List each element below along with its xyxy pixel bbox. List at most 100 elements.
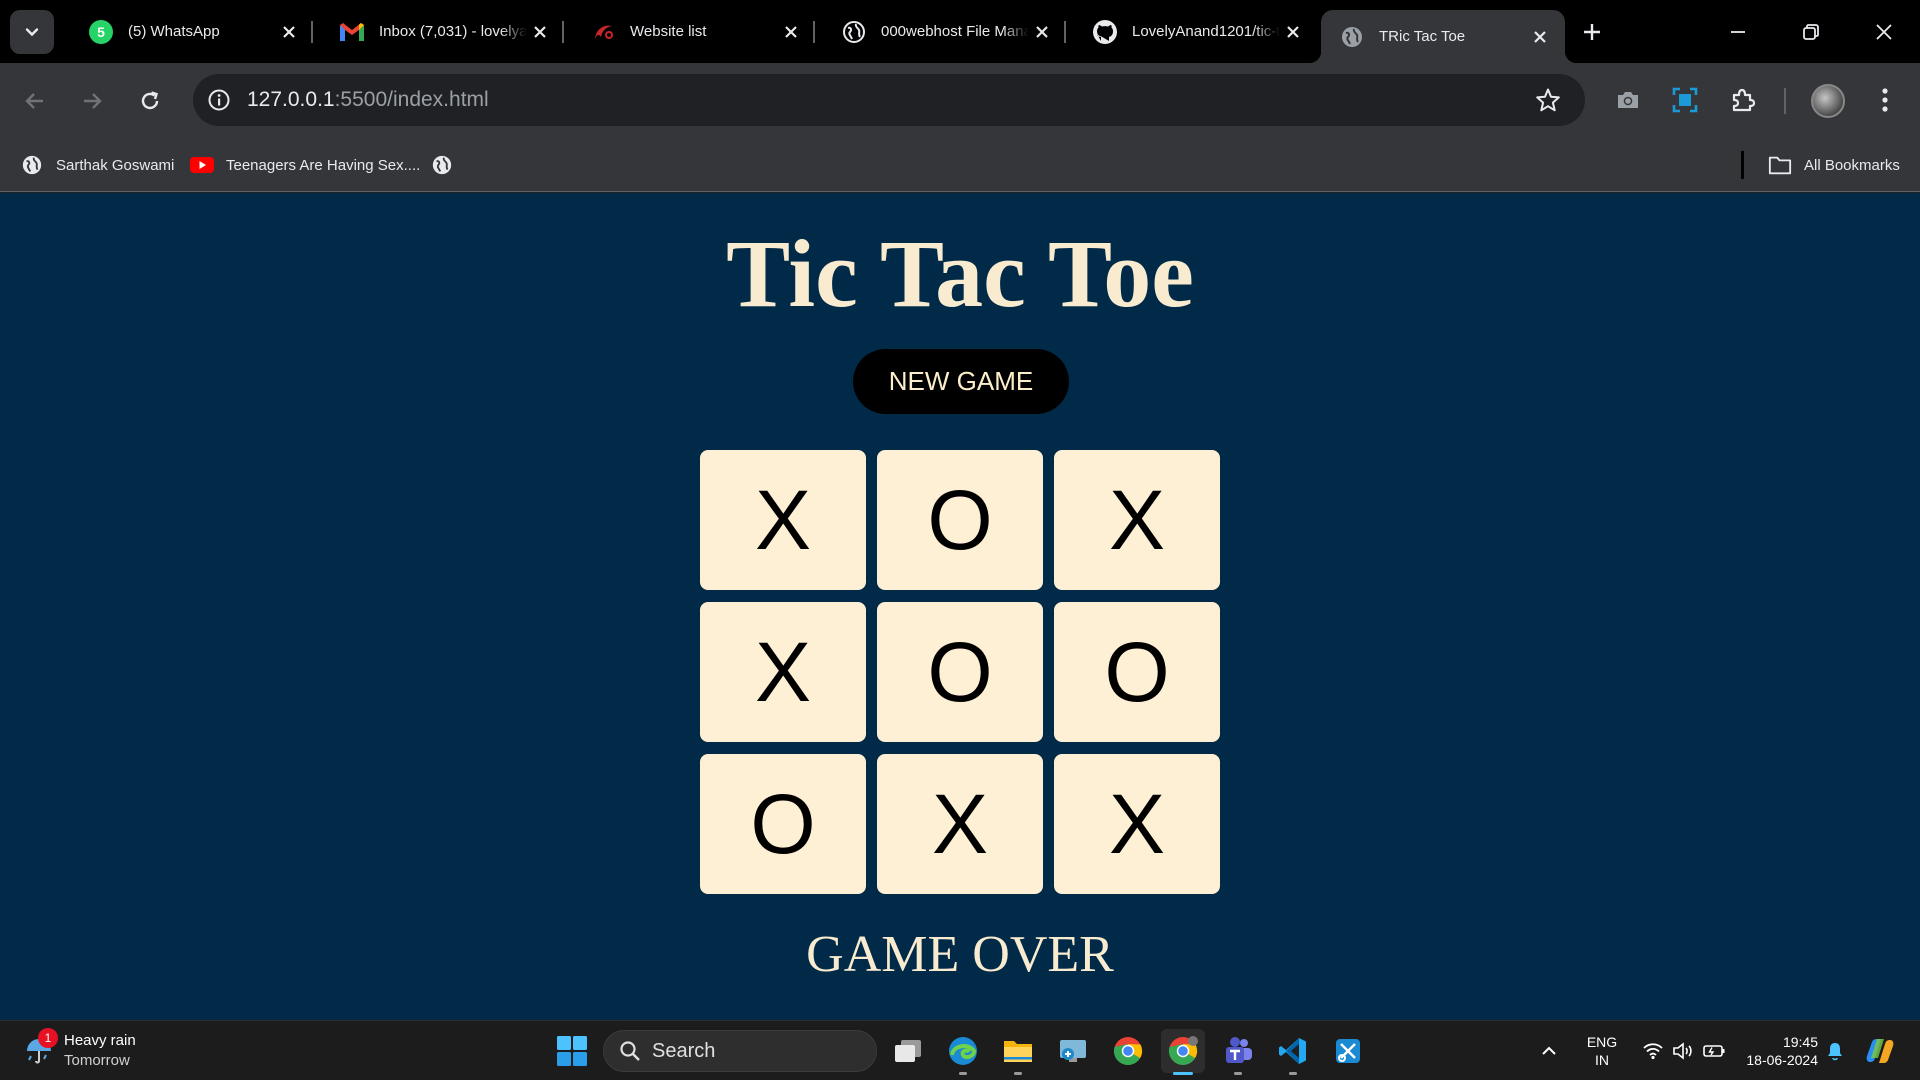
board-cell[interactable]: X bbox=[1054, 450, 1220, 590]
board-cell[interactable]: O bbox=[700, 754, 866, 894]
folder-icon bbox=[1004, 1041, 1032, 1062]
chevron-up-icon bbox=[1542, 1046, 1556, 1055]
window-close-button[interactable] bbox=[1857, 10, 1911, 54]
running-indicator bbox=[1234, 1072, 1242, 1075]
camera-icon bbox=[1618, 92, 1638, 108]
copilot-button[interactable] bbox=[1858, 1029, 1902, 1073]
edge-icon bbox=[949, 1037, 977, 1065]
close-icon[interactable] bbox=[276, 19, 302, 45]
tab-whatsapp[interactable]: 5 (5) WhatsApp bbox=[70, 10, 314, 53]
all-bookmarks-button[interactable]: All Bookmarks bbox=[1768, 149, 1900, 181]
battery-icon bbox=[1703, 1045, 1725, 1057]
globe-icon bbox=[430, 153, 454, 177]
restore-button[interactable] bbox=[1784, 10, 1838, 54]
site-info-icon[interactable] bbox=[201, 82, 237, 118]
restore-icon bbox=[1803, 24, 1819, 40]
tab-website-list[interactable]: Website list bbox=[572, 10, 816, 53]
tab-separator bbox=[813, 21, 815, 43]
github-icon bbox=[1092, 19, 1118, 45]
windows-start-button[interactable] bbox=[555, 1034, 589, 1068]
bookmark-label: Teenagers Are Having Sex.... bbox=[226, 156, 421, 174]
bookmark-untitled[interactable] bbox=[430, 149, 466, 181]
tab-github[interactable]: LovelyAnand1201/tic-tac-toe bbox=[1074, 10, 1318, 53]
taskbar-chrome[interactable] bbox=[1106, 1029, 1150, 1073]
url-host: 127.0.0.1 bbox=[247, 88, 335, 111]
tab-gmail[interactable]: Inbox (7,031) - lovelyanand bbox=[321, 10, 565, 53]
search-icon bbox=[618, 1039, 642, 1063]
tab-search-button[interactable] bbox=[10, 10, 54, 54]
bookmark-label: Sarthak Goswami bbox=[56, 156, 175, 174]
system-clock[interactable]: 19:45 18-06-2024 bbox=[1734, 1033, 1818, 1069]
screenshot-extension-button[interactable] bbox=[1607, 79, 1649, 121]
teams-icon bbox=[1226, 1037, 1252, 1063]
volume-icon bbox=[1673, 1042, 1692, 1060]
board-cell[interactable]: O bbox=[1054, 602, 1220, 742]
taskbar-chrome-profile[interactable] bbox=[1161, 1029, 1205, 1075]
show-hidden-icons-button[interactable] bbox=[1531, 1031, 1567, 1071]
rain-umbrella-icon: 1 bbox=[20, 1028, 58, 1070]
board-cell[interactable]: X bbox=[700, 450, 866, 590]
back-button[interactable] bbox=[15, 81, 55, 121]
reload-button[interactable] bbox=[130, 81, 170, 121]
url-text[interactable]: 127.0.0.1:5500/index.html bbox=[247, 88, 489, 112]
board-cell[interactable]: O bbox=[877, 450, 1043, 590]
taskbar-snipping-tool[interactable] bbox=[1326, 1029, 1370, 1073]
whatsapp-icon: 5 bbox=[88, 19, 114, 45]
windows-logo-icon bbox=[557, 1036, 587, 1066]
taskbar-teams[interactable] bbox=[1216, 1029, 1260, 1075]
weather-widget[interactable]: 1 Heavy rain Tomorrow bbox=[20, 1028, 136, 1073]
puzzle-icon bbox=[1732, 88, 1756, 112]
plus-icon bbox=[1584, 24, 1600, 40]
youtube-icon bbox=[190, 153, 214, 177]
minimize-button[interactable] bbox=[1711, 10, 1765, 54]
profile-avatar[interactable] bbox=[1811, 84, 1845, 118]
taskbar-edge[interactable] bbox=[941, 1029, 985, 1075]
chrome-icon bbox=[1113, 1037, 1143, 1065]
board-cell[interactable]: X bbox=[877, 754, 1043, 894]
search-label: Search bbox=[652, 1039, 716, 1062]
close-icon[interactable] bbox=[778, 19, 804, 45]
vscode-icon bbox=[1279, 1038, 1306, 1064]
chrome-icon bbox=[1168, 1036, 1198, 1065]
bookmark-sarthak-goswami[interactable]: Sarthak Goswami bbox=[20, 149, 174, 181]
board-cell[interactable]: X bbox=[1054, 754, 1220, 894]
tab-title: LovelyAnand1201/tic-tac-toe bbox=[1132, 23, 1280, 40]
new-tab-button[interactable] bbox=[1574, 14, 1610, 50]
running-indicator bbox=[1289, 1072, 1297, 1075]
tab-000webhost[interactable]: 000webhost File Manager bbox=[823, 10, 1067, 53]
menu-button[interactable] bbox=[1864, 79, 1906, 121]
bookmark-youtube[interactable]: Teenagers Are Having Sex.... bbox=[190, 149, 420, 181]
taskbar: 1 Heavy rain Tomorrow Search ENG IN 19:4… bbox=[0, 1020, 1920, 1080]
chevron-down-icon bbox=[25, 28, 39, 37]
close-icon[interactable] bbox=[1280, 19, 1306, 45]
board-cell[interactable]: O bbox=[877, 602, 1043, 742]
new-game-button[interactable]: NEW GAME bbox=[853, 349, 1069, 414]
notifications-button[interactable] bbox=[1820, 1031, 1850, 1071]
back-arrow-icon bbox=[25, 93, 43, 109]
toolbar-divider bbox=[1784, 88, 1786, 114]
taskbar-remote-desktop[interactable] bbox=[1051, 1029, 1095, 1073]
language-indicator[interactable]: ENG IN bbox=[1582, 1033, 1622, 1069]
taskbar-search[interactable]: Search bbox=[603, 1030, 877, 1072]
tab-separator bbox=[562, 21, 564, 43]
task-view-button[interactable] bbox=[886, 1029, 930, 1073]
close-icon[interactable] bbox=[1527, 24, 1553, 50]
tab-strip: 5 (5) WhatsApp Inbox (7,031) - lovelyana… bbox=[0, 0, 1920, 63]
address-bar[interactable]: 127.0.0.1:5500/index.html bbox=[193, 74, 1585, 126]
snipping-tool-icon bbox=[1336, 1039, 1360, 1063]
browser-toolbar: 127.0.0.1:5500/index.html bbox=[0, 63, 1920, 138]
extensions-button[interactable] bbox=[1722, 79, 1764, 121]
taskbar-vscode[interactable] bbox=[1271, 1029, 1315, 1075]
board-cell[interactable]: X bbox=[700, 602, 866, 742]
folder-icon bbox=[1768, 153, 1792, 177]
quick-settings-button[interactable] bbox=[1634, 1033, 1734, 1069]
language-code: ENG bbox=[1586, 1034, 1618, 1050]
screen-capture-extension-button[interactable] bbox=[1664, 79, 1706, 121]
close-icon[interactable] bbox=[527, 19, 553, 45]
tab-tic-tac-toe[interactable]: TRic Tac Toe bbox=[1309, 10, 1577, 63]
close-icon[interactable] bbox=[1029, 19, 1055, 45]
taskbar-file-explorer[interactable] bbox=[996, 1029, 1040, 1075]
running-indicator bbox=[1014, 1072, 1022, 1075]
bookmark-star-icon[interactable] bbox=[1531, 83, 1565, 117]
forward-button[interactable] bbox=[72, 81, 112, 121]
